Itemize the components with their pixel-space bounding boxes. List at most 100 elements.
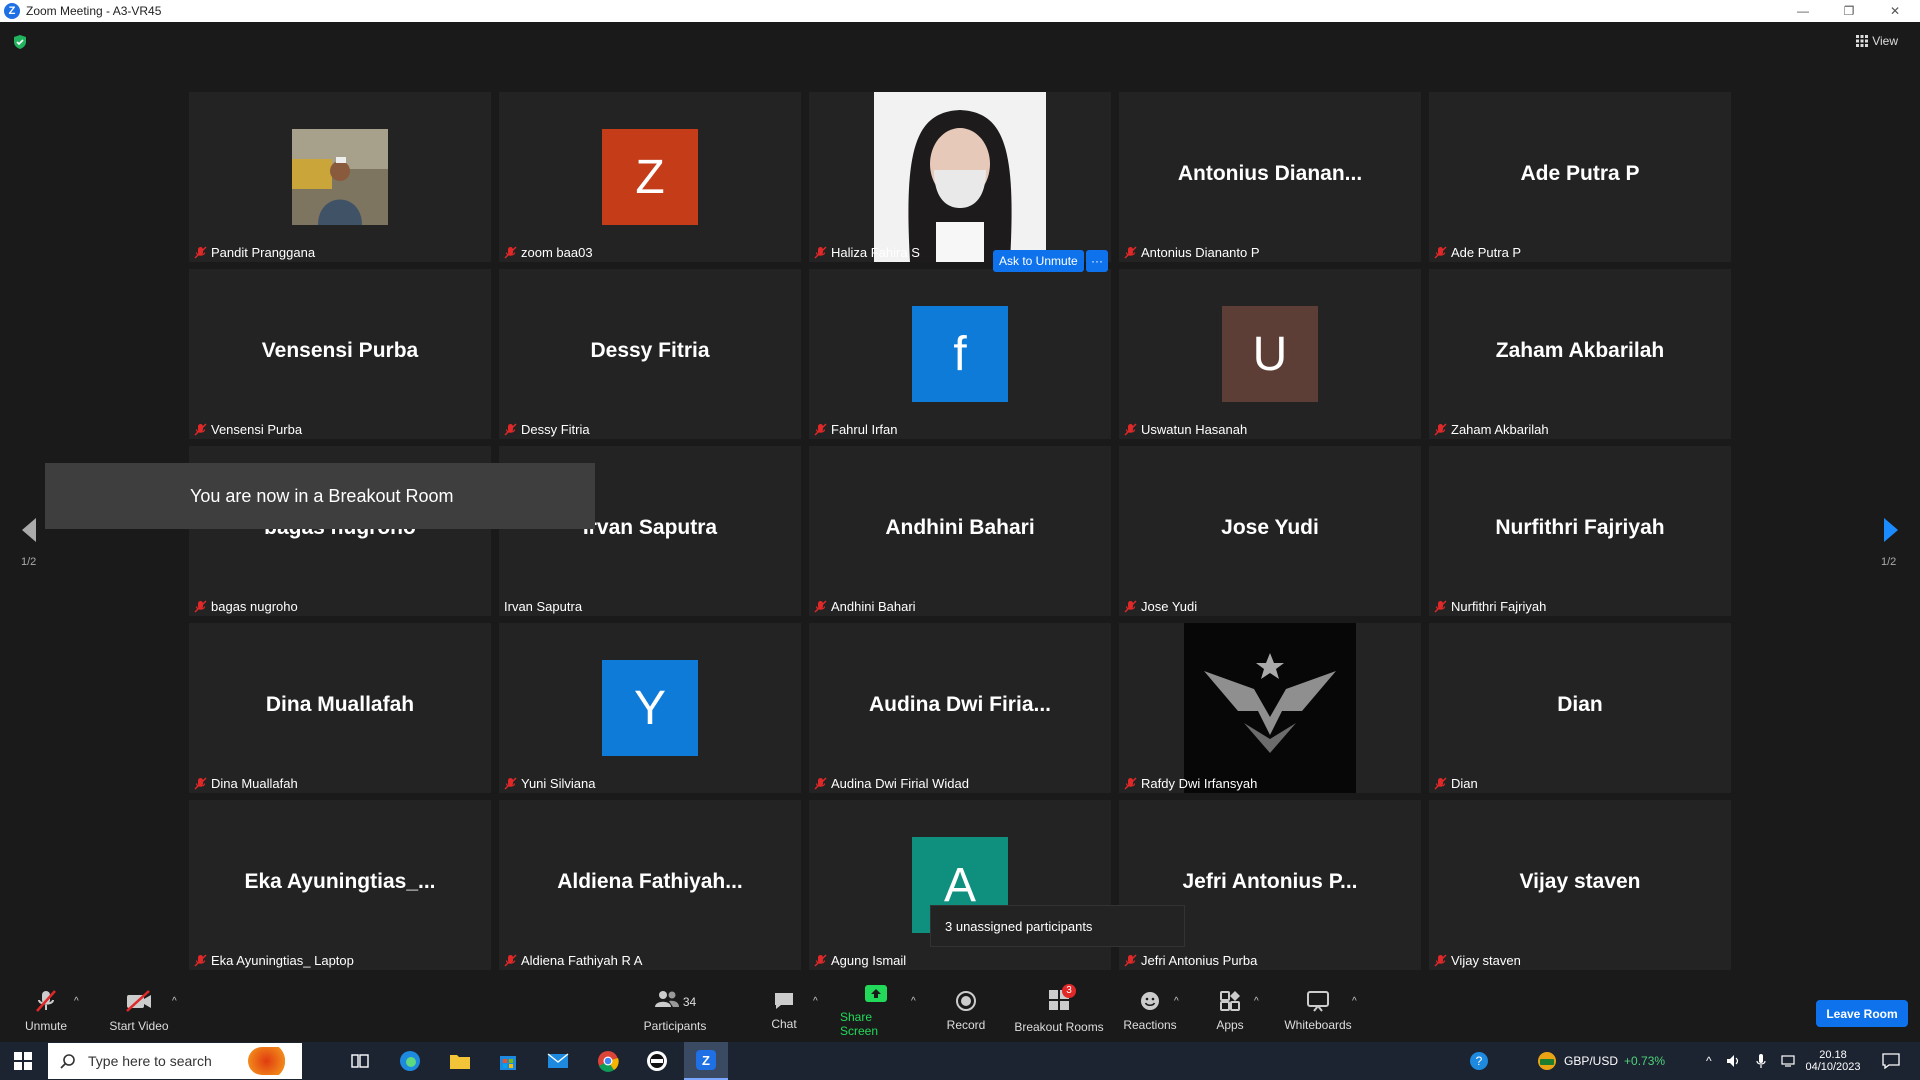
share-options-caret-icon[interactable]: ^ (911, 996, 916, 1007)
participant-tile[interactable]: Zzoom baa03 (499, 92, 801, 262)
participant-tile[interactable]: Andhini Bahari Andhini Bahari (809, 446, 1111, 616)
participant-tile[interactable]: Jose Yudi Jose Yudi (1119, 446, 1421, 616)
participant-tile[interactable]: Vensensi Purba Vensensi Purba (189, 269, 491, 439)
ticker-widget[interactable]: GBP/USD +0.73% (1536, 1042, 1665, 1080)
currency-icon (1538, 1052, 1556, 1070)
participant-name-label: Pandit Pranggana (194, 245, 315, 260)
participant-display-name: Aldiena Fathiyah... (557, 870, 743, 893)
participant-display-name: Jose Yudi (1221, 516, 1319, 539)
participant-tile[interactable]: Nurfithri Fajriyah Nurfithri Fajriyah (1429, 446, 1731, 616)
participant-tile[interactable]: Audina Dwi Firia... Audina Dwi Firial Wid… (809, 623, 1111, 793)
title-bar: Z Zoom Meeting - A3-VR45 — ❐ ✕ (0, 0, 1920, 22)
start-video-label: Start Video (109, 1019, 169, 1033)
share-screen-button[interactable]: Share Screen (840, 980, 912, 1042)
apps-button[interactable]: Apps (1212, 980, 1248, 1042)
apps-options-caret-icon[interactable]: ^ (1254, 996, 1259, 1007)
store-icon[interactable] (492, 1042, 524, 1080)
network-icon[interactable] (1780, 1054, 1796, 1068)
search-placeholder: Type here to search (88, 1053, 212, 1069)
participant-tile[interactable]: Pandit Pranggana (189, 92, 491, 262)
next-page-arrow-icon[interactable] (1876, 510, 1906, 550)
participant-name: Yuni Silviana (521, 776, 596, 791)
tile-more-options-button[interactable]: ··· (1086, 250, 1108, 272)
participant-tile[interactable]: Dessy Fitria Dessy Fitria (499, 269, 801, 439)
mic-muted-icon (194, 954, 207, 967)
reactions-options-caret-icon[interactable]: ^ (1174, 996, 1179, 1007)
breakout-rooms-button[interactable]: 3 Breakout Rooms (1012, 980, 1106, 1042)
tray-overflow-chevron-icon[interactable]: ^ (1706, 1054, 1712, 1068)
record-button[interactable]: Record (942, 980, 990, 1042)
zoom-taskbar-icon[interactable]: Z (684, 1042, 728, 1080)
participant-tile[interactable]: Rafdy Dwi Irfansyah (1119, 623, 1421, 793)
participant-tile[interactable]: Haliza Fahira S (809, 92, 1111, 262)
participant-name: Andhini Bahari (831, 599, 916, 614)
participant-tile[interactable]: Ade Putra P Ade Putra P (1429, 92, 1731, 262)
participants-icon (654, 991, 679, 1007)
record-label: Record (946, 1018, 986, 1032)
audio-options-caret-icon[interactable]: ^ (74, 996, 79, 1007)
chat-label: Chat (771, 1017, 797, 1031)
task-view-icon[interactable] (344, 1042, 376, 1080)
whiteboards-options-caret-icon[interactable]: ^ (1352, 996, 1357, 1007)
breakout-badge: 3 (1062, 983, 1076, 998)
participant-display-name: Vensensi Purba (261, 339, 419, 362)
app-icon[interactable] (640, 1042, 674, 1080)
participant-name-label: Zaham Akbarilah (1434, 422, 1549, 437)
participant-name: Pandit Pranggana (211, 245, 316, 260)
chrome-icon[interactable] (592, 1042, 624, 1080)
participant-tile[interactable]: f Fahrul Irfan (809, 269, 1111, 439)
reactions-label: Reactions (1123, 1018, 1177, 1032)
prev-page-arrow-icon[interactable] (14, 510, 44, 550)
participant-tile[interactable]: Dina Muallafah Dina Muallafah (189, 623, 491, 793)
start-video-button[interactable]: Start Video (104, 980, 174, 1042)
chat-options-caret-icon[interactable]: ^ (813, 996, 818, 1007)
close-button[interactable]: ✕ (1876, 0, 1914, 22)
participant-display-name: Audina Dwi Firia... (868, 693, 1052, 716)
mic-muted-icon (814, 423, 827, 436)
meeting-toolbar: Unmute ^ Start Video ^ 34 Participants C… (0, 980, 1920, 1042)
edge-browser-icon[interactable] (394, 1042, 426, 1080)
leave-room-button[interactable]: Leave Room (1816, 1000, 1908, 1027)
file-explorer-icon[interactable] (444, 1042, 476, 1080)
microphone-icon[interactable] (1756, 1053, 1766, 1069)
participant-tile[interactable]: Vijay staven Vijay staven (1429, 800, 1731, 970)
unmute-button[interactable]: Unmute (18, 980, 74, 1042)
participants-button[interactable]: 34 Participants (640, 980, 710, 1042)
mic-off-icon (36, 990, 56, 1012)
participant-tile[interactable]: Eka Ayuningtias_... Eka Ayuningtias_ Lapt… (189, 800, 491, 970)
participant-name-label: Vensensi Purba (194, 422, 302, 437)
participant-name: Zaham Akbarilah (1451, 422, 1549, 437)
participant-tile[interactable]: Dian Dian (1429, 623, 1731, 793)
participant-tile[interactable]: Aldiena Fathiyah... Aldiena Fathiyah R A (499, 800, 801, 970)
whiteboards-button[interactable]: Whiteboards (1282, 980, 1354, 1042)
participant-avatar: f (912, 306, 1008, 402)
mail-icon[interactable] (542, 1042, 574, 1080)
video-options-caret-icon[interactable]: ^ (172, 996, 177, 1007)
reactions-button[interactable]: Reactions (1120, 980, 1180, 1042)
participant-name: Rafdy Dwi Irfansyah (1141, 776, 1258, 791)
participant-tile[interactable]: U Uswatun Hasanah (1119, 269, 1421, 439)
taskbar-search-box[interactable]: Type here to search (48, 1043, 302, 1079)
chat-button[interactable]: Chat (762, 980, 806, 1042)
clock[interactable]: 20.18 04/10/2023 (1798, 1042, 1868, 1080)
participant-name: Uswatun Hasanah (1141, 422, 1248, 437)
ticker-change: +0.73% (1624, 1054, 1666, 1068)
restore-button[interactable]: ❐ (1830, 0, 1868, 22)
mic-muted-icon (1124, 423, 1137, 436)
mic-muted-icon (814, 777, 827, 790)
encryption-shield-icon[interactable] (12, 34, 28, 50)
view-button[interactable]: View (1856, 34, 1898, 48)
volume-icon[interactable] (1726, 1054, 1742, 1068)
windows-start-button[interactable] (0, 1042, 46, 1080)
minimize-button[interactable]: — (1784, 0, 1822, 22)
mic-muted-icon (814, 600, 827, 613)
ask-to-unmute-button[interactable]: Ask to Unmute (993, 250, 1084, 272)
whiteboards-label: Whiteboards (1284, 1018, 1352, 1032)
participant-tile[interactable]: Antonius Dianan... Antonius Diananto P (1119, 92, 1421, 262)
participant-tile[interactable]: Zaham Akbarilah Zaham Akbarilah (1429, 269, 1731, 439)
svg-text:Z: Z (702, 1053, 710, 1068)
notification-icon[interactable] (1876, 1042, 1906, 1080)
participant-tile[interactable]: Y Yuni Silviana (499, 623, 801, 793)
participant-name: Ade Putra P (1451, 245, 1522, 260)
help-icon[interactable]: ? (1466, 1042, 1492, 1080)
